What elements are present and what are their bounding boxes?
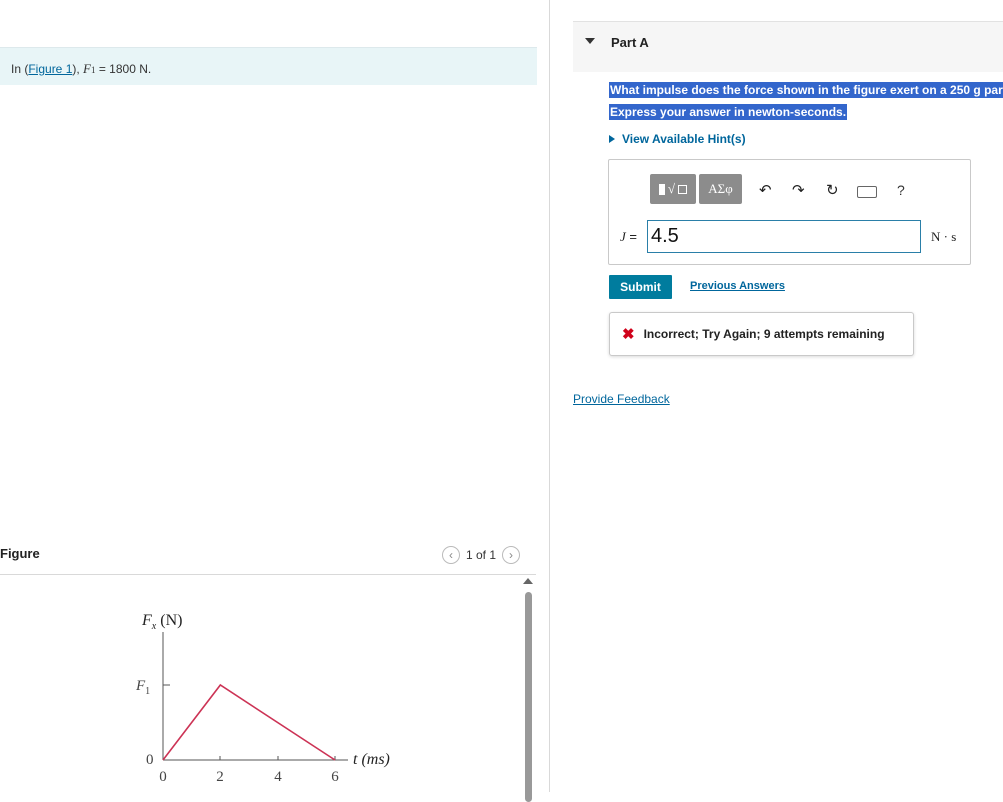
force-time-graph: Fx (N) F1 0 0 2 4 6 t (ms) — [135, 612, 390, 785]
caret-down-icon[interactable] — [585, 38, 595, 44]
previous-answers-link[interactable]: Previous Answers — [690, 280, 785, 292]
scrollbar-thumb[interactable] — [525, 592, 532, 802]
figure-page-count: 1 of 1 — [466, 548, 497, 562]
template-block-icon — [658, 183, 665, 195]
force-series-line — [162, 683, 336, 761]
intro-prefix: In ( — [11, 62, 29, 76]
sqrt-icon: √ — [667, 181, 676, 196]
answer-variable-label: J = — [620, 229, 637, 244]
instruction-text: Express your answer in newton-seconds. — [609, 104, 848, 120]
feedback-text: Incorrect; Try Again; 9 attempts remaini… — [643, 327, 885, 341]
x-tick-label: 6 — [331, 769, 339, 785]
y-tick-label-zero: 0 — [146, 752, 154, 768]
x-tick-label: 4 — [274, 769, 282, 785]
greek-symbols-button[interactable]: ΑΣφ — [699, 174, 742, 204]
intro-rest: = 1800 N. — [95, 62, 152, 76]
chevron-left-icon[interactable]: ‹ — [442, 546, 460, 564]
caret-right-icon — [609, 135, 615, 143]
view-hints-label: View Available Hint(s) — [622, 132, 746, 146]
problem-intro: In (Figure 1), F1 = 1800 N. — [0, 47, 537, 85]
x-tick-label: 0 — [159, 769, 167, 785]
figure-title: Figure — [0, 546, 40, 561]
provide-feedback-link[interactable]: Provide Feedback — [573, 392, 670, 406]
question-text: What impulse does the force shown in the… — [609, 82, 1003, 98]
figure-link[interactable]: Figure 1 — [28, 62, 72, 76]
figure-divider — [0, 574, 536, 575]
view-hints-link[interactable]: View Available Hint(s) — [609, 132, 746, 146]
x-axis-label: t (ms) — [353, 751, 390, 768]
error-x-icon: ✖ — [622, 326, 635, 343]
x-tick-label: 2 — [216, 769, 224, 785]
y-axis-label: Fx (N) — [141, 612, 182, 632]
chevron-right-icon[interactable]: › — [502, 546, 521, 564]
intro-mid: ), — [72, 62, 84, 76]
figure-pager: ‹ 1 of 1 › — [442, 546, 521, 564]
redo-icon[interactable]: ↷ — [792, 181, 805, 199]
scroll-up-arrow-icon[interactable] — [523, 578, 533, 584]
keyboard-icon[interactable] — [857, 186, 877, 198]
templates-button[interactable]: √ — [650, 174, 696, 204]
help-button[interactable]: ? — [897, 182, 905, 198]
undo-icon[interactable]: ↶ — [759, 181, 772, 199]
column-divider — [549, 0, 550, 792]
force-variable: F1 — [83, 61, 96, 76]
template-box-icon — [678, 184, 688, 194]
part-a-title[interactable]: Part A — [611, 35, 649, 50]
answer-input[interactable] — [647, 220, 921, 253]
feedback-box: ✖ Incorrect; Try Again; 9 attempts remai… — [609, 312, 914, 356]
submit-button[interactable]: Submit — [609, 275, 672, 299]
answer-unit: N · s — [931, 229, 957, 244]
reset-icon[interactable]: ↻ — [826, 181, 839, 199]
y-tick-label-f1: F1 — [135, 678, 150, 697]
